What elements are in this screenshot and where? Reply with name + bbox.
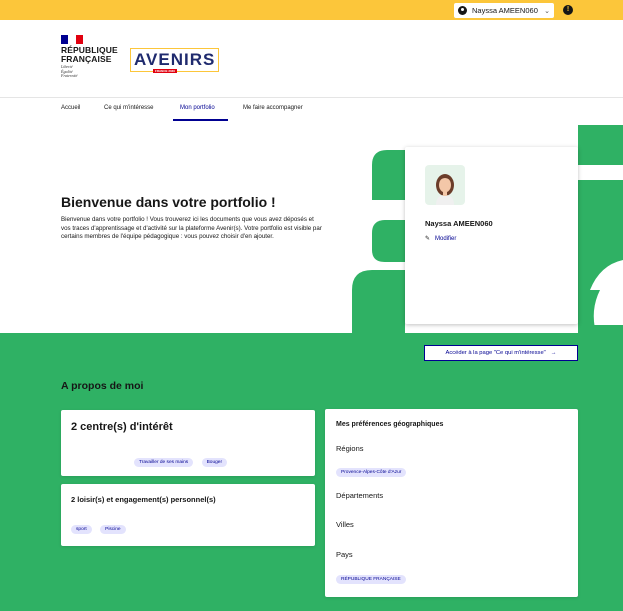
hobbies-tags: sport Piscine [71,517,130,535]
nav-active-indicator [173,119,228,121]
interests-card: 2 centre(s) d'intérêt Travailler de ses … [61,410,315,476]
profile-card: Nayssa AMEEN060 ✎ Modifier [405,147,578,324]
arrow-right-icon: → [550,350,557,356]
interest-tag: Travailler de ses mains [134,458,194,467]
hobbies-title: 2 loisir(s) et engagement(s) personnel(s… [71,495,216,504]
region-tag: Provence-Alpes-Côte d'Azur [336,468,407,477]
cities-label: Villes [336,520,354,529]
french-flag-icon [61,35,83,44]
interests-title: 2 centre(s) d'intérêt [71,421,173,433]
modify-profile-link[interactable]: ✎ Modifier [425,235,456,243]
nav-item-accueil[interactable]: Accueil [61,105,80,111]
user-icon [458,6,467,15]
site-header: RÉPUBLIQUE FRANÇAISE Liberté Égalité Fra… [0,20,623,98]
regions-label: Régions [336,444,364,453]
geo-title: Mes préférences géographiques [336,421,444,428]
geo-preferences-card: Mes préférences géographiques Régions Pr… [325,409,578,597]
main-navigation: Accueil Ce qui m'intéresse Mon portfolio… [0,98,623,122]
interest-tag: Bouger [201,458,228,467]
gov-motto: Liberté Égalité Fraternité [61,64,78,78]
nav-item-interests[interactable]: Ce qui m'intéresse [104,105,154,111]
logo-badge: FRANCE 2030 [153,69,178,73]
chevron-down-icon: ⌄ [544,7,550,15]
avenirs-logo[interactable]: AVENIRS FRANCE 2030 [130,48,220,73]
user-menu-select[interactable]: Nayssa AMEEN060 ⌄ [454,3,554,18]
interests-page-button[interactable]: Accéder à la page "Ce qui m'intéresse" → [424,345,578,361]
alert-icon[interactable]: ! [563,5,573,15]
page-intro-text: Bienvenue dans votre portfolio ! Vous tr… [61,216,322,241]
profile-name: Nayssa AMEEN060 [425,219,493,228]
interests-tags: Travailler de ses mains Bouger [134,450,231,468]
about-title: A propos de moi [61,380,144,392]
avatar [425,165,465,205]
hobby-tag: sport [71,525,92,534]
gov-name[interactable]: RÉPUBLIQUE FRANÇAISE [61,46,118,64]
departments-label: Départements [336,491,384,500]
hobby-tag: Piscine [100,525,126,534]
user-menu-name: Nayssa AMEEN060 [472,6,538,15]
top-bar: Nayssa AMEEN060 ⌄ ! [0,0,623,20]
country-tag: RÉPUBLIQUE FRANÇAISE [336,575,406,584]
page-title: Bienvenue dans votre portfolio ! [61,194,276,210]
country-label: Pays [336,550,353,559]
avatar-illustration-icon [436,174,454,205]
nav-item-portfolio[interactable]: Mon portfolio [180,105,215,111]
nav-item-support[interactable]: Me faire accompagner [243,105,303,111]
pencil-icon: ✎ [425,236,431,242]
hobbies-card: 2 loisir(s) et engagement(s) personnel(s… [61,484,315,546]
